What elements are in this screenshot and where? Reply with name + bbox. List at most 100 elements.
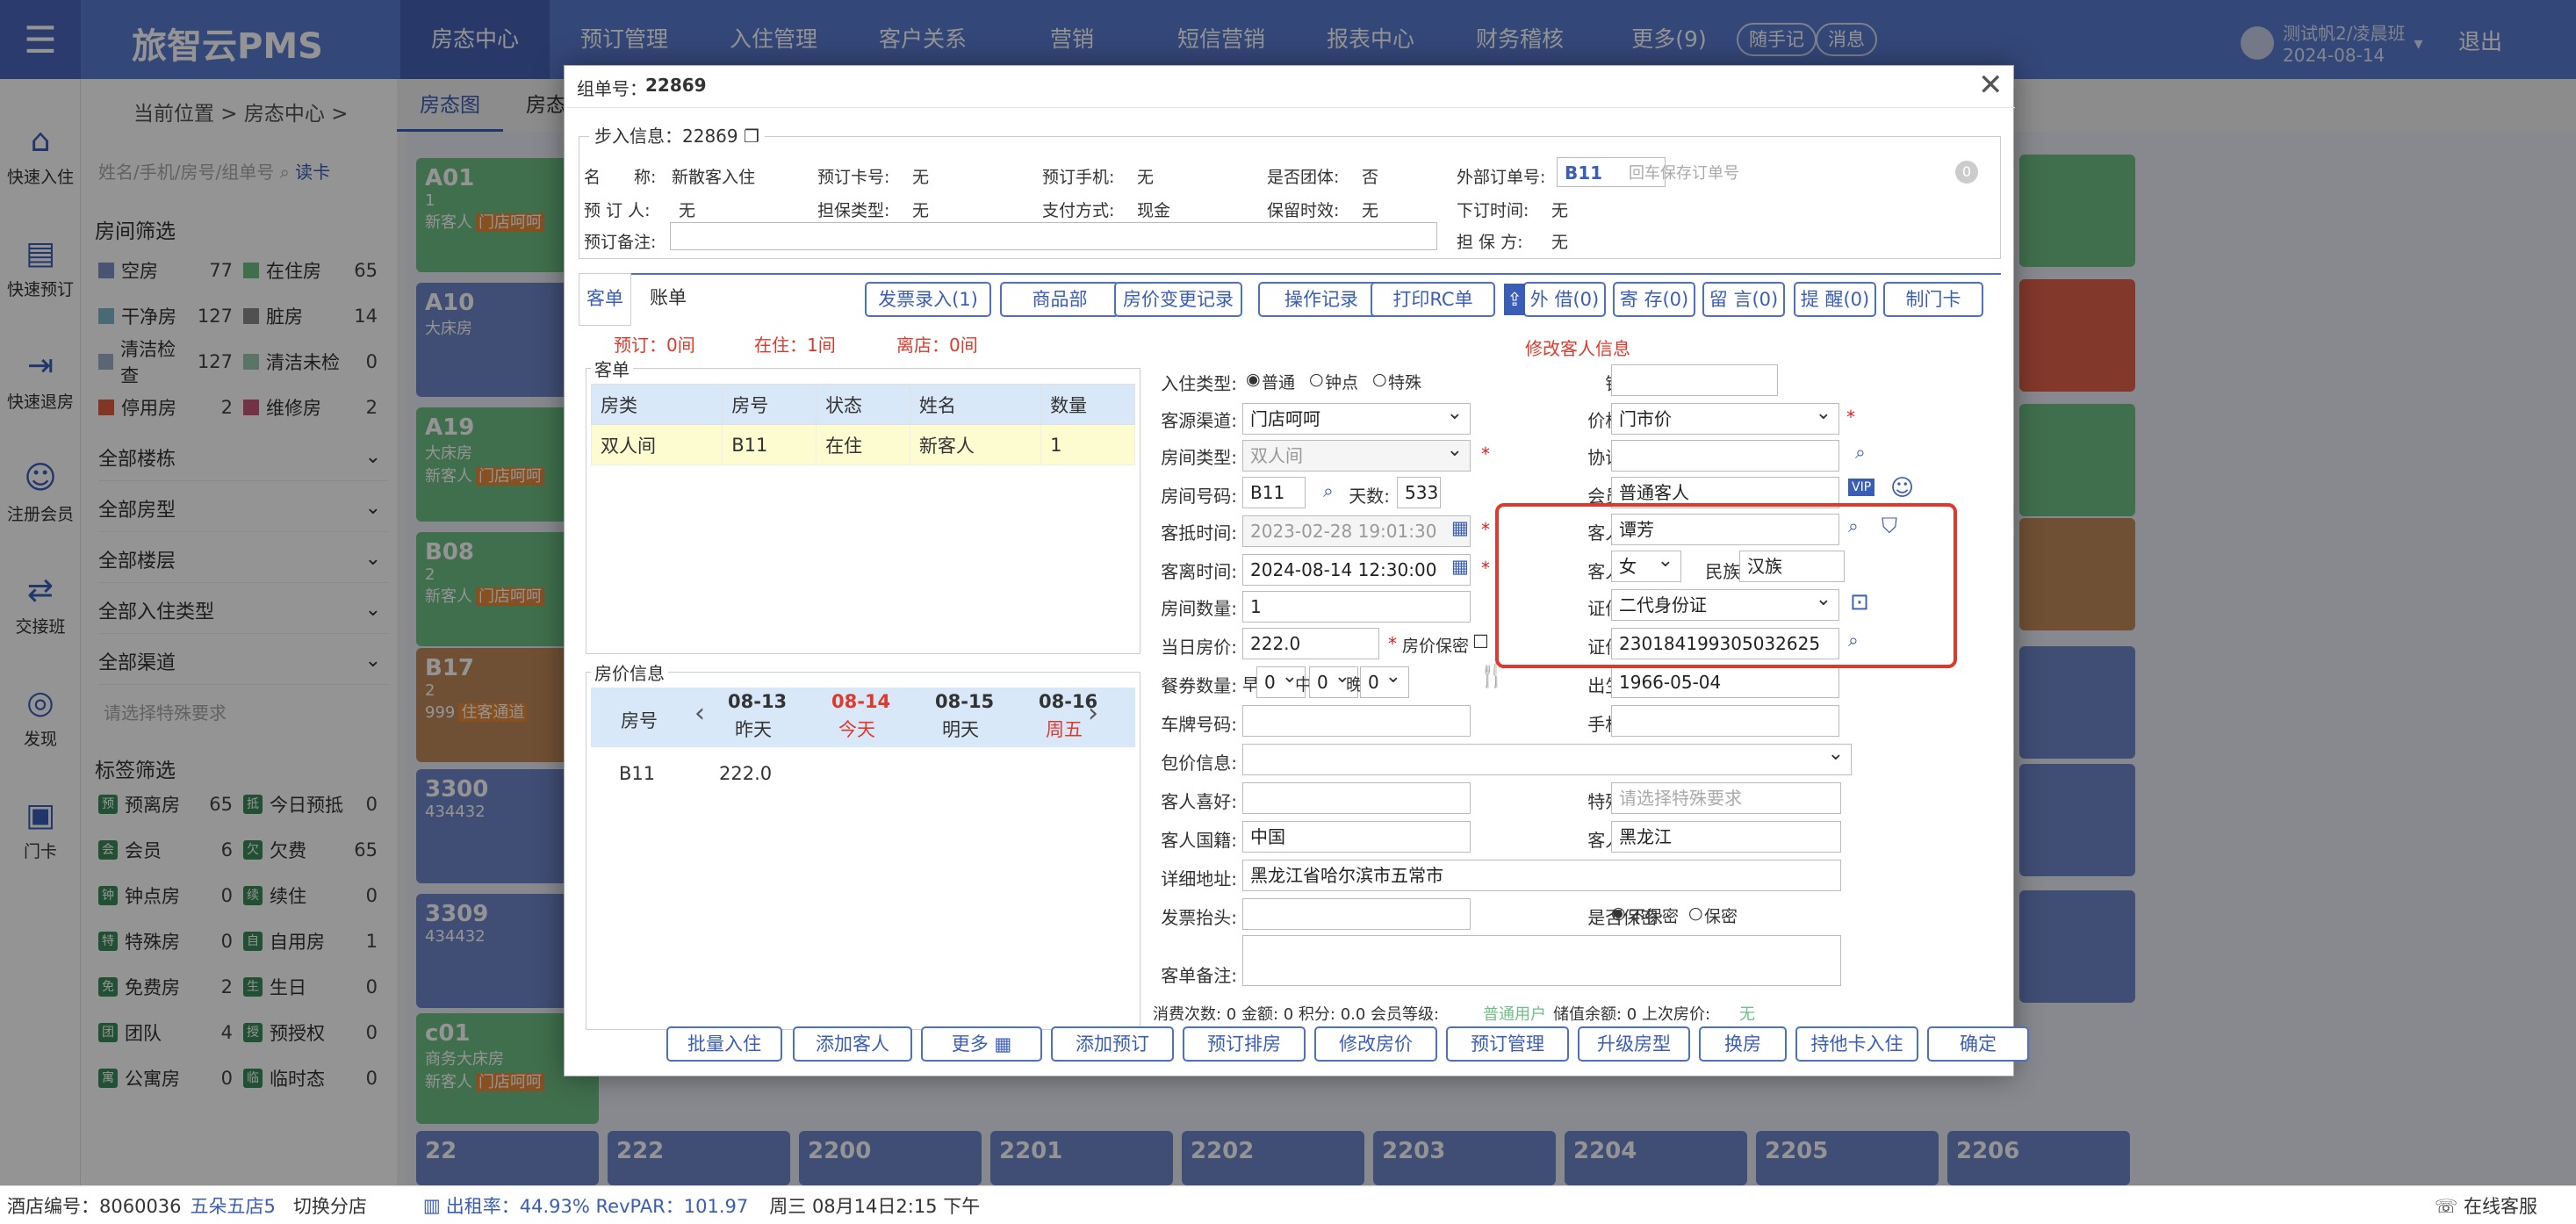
prev-arrow-icon[interactable]: ‹ (694, 698, 705, 729)
field-label: 房间数量: (1161, 598, 1237, 619)
action-button[interactable]: 寄 存(0) (1613, 282, 1695, 317)
price-room-header: 房号 (621, 710, 658, 731)
package-select[interactable] (1242, 739, 1852, 775)
footer-button[interactable]: 更多 ▦ (921, 1026, 1042, 1062)
footer-button[interactable]: 添加客人 (793, 1026, 912, 1062)
switch-branch-button[interactable]: 切换分店 (293, 1192, 367, 1219)
action-button[interactable]: 商品部 (1000, 282, 1119, 317)
required-mark: * (1388, 633, 1397, 654)
days-input[interactable]: 533 (1397, 477, 1441, 508)
footer-button[interactable]: 预订管理 (1446, 1026, 1569, 1062)
action-button[interactable]: 外 借(0) (1523, 282, 1606, 317)
room-count-input[interactable]: 1 (1242, 591, 1471, 623)
price-plan-select[interactable]: 门市价 (1611, 399, 1839, 435)
phone-input[interactable] (1611, 705, 1839, 737)
field-label: 客源渠道: (1161, 410, 1237, 431)
order-table: 房类 房号 状态 姓名 数量 双人间 B11 在住 新客人 1 (590, 384, 1135, 465)
upload-icon[interactable]: ⇪ (1504, 284, 1525, 315)
footer-button[interactable]: 添加预订 (1051, 1026, 1174, 1062)
footer-button[interactable]: 持他卡入住 (1795, 1026, 1918, 1062)
secret-radio-no[interactable]: ◉ (1611, 904, 1626, 923)
action-button[interactable]: 房价变更记录 (1114, 282, 1242, 317)
price-room: B11 (619, 763, 656, 784)
invoice-input[interactable] (1242, 898, 1471, 930)
meal-select[interactable]: 0 (1360, 662, 1409, 698)
action-button[interactable]: 制门卡 (1883, 282, 1983, 317)
field-label: 餐券数量: (1161, 675, 1237, 696)
arrive-input[interactable]: 2023-02-28 19:01:30 (1242, 515, 1471, 547)
day-price-input[interactable]: 222.0 (1242, 628, 1379, 659)
close-icon[interactable]: ✕ (1978, 68, 2004, 103)
secret-radio-yes[interactable]: ○ (1688, 904, 1703, 923)
footer-button[interactable]: 修改房价 (1314, 1026, 1437, 1062)
guest-edit-modal: 组单号： 22869 ✕ 步入信息：22869 ❐ 名 称: 新散客入住 预订卡号:… (564, 65, 2029, 1076)
info-label: 下订时间: (1457, 201, 1529, 220)
birth-input[interactable]: 1966-05-04 (1611, 666, 1839, 698)
info-label: 预订卡号: (817, 168, 890, 187)
online-service-button[interactable]: ☏ 在线客服 (2435, 1192, 2537, 1219)
plate-input[interactable] (1242, 705, 1471, 737)
info-label: 是否团体: (1267, 168, 1340, 187)
price-legend: 房价信息 (591, 659, 668, 685)
action-button[interactable]: 操作记录 (1258, 282, 1385, 317)
price-secret-checkbox[interactable]: ☐ (1472, 631, 1489, 652)
calendar-icon[interactable]: ▦ (1451, 556, 1469, 577)
calendar-icon[interactable]: ▦ (1451, 517, 1469, 538)
preference-input[interactable] (1242, 782, 1471, 814)
sales-input[interactable] (1611, 364, 1778, 396)
footer-button[interactable]: 确定 (1927, 1026, 2029, 1062)
special-select[interactable]: 请选择特殊要求 (1611, 782, 1841, 814)
agreement-input[interactable] (1611, 440, 1839, 472)
depart-input[interactable]: 2024-08-14 12:30:00 (1242, 554, 1471, 586)
footer-button[interactable]: 换房 (1699, 1026, 1787, 1062)
footer-button[interactable]: 预订排房 (1183, 1026, 1306, 1062)
tab-order[interactable]: 客单 (579, 273, 631, 326)
hotel-code: 酒店编号：8060036 (7, 1195, 182, 1217)
price-day: 今天 (838, 719, 875, 740)
nation-input[interactable]: 中国 (1242, 821, 1471, 853)
room-type-select[interactable]: 双人间 (1242, 436, 1471, 472)
price-date: 08-14 (831, 691, 891, 712)
field-label: 当日房价: (1161, 637, 1237, 658)
consume-stats: 消费次数: 0 金额: 0 积分: 0.0 会员等级: (1153, 1005, 1440, 1024)
action-button[interactable]: 发票录入(1) (865, 282, 991, 317)
field-label: 天数: (1349, 486, 1390, 507)
checkin-type-radio[interactable]: ○ (1309, 370, 1324, 389)
price-date: 08-15 (935, 691, 995, 712)
search-icon[interactable]: ⌕ (1855, 442, 1866, 464)
info-label: 担保类型: (817, 201, 890, 220)
booking-remark-input[interactable] (670, 222, 1437, 250)
remark-textarea[interactable] (1242, 935, 1841, 986)
info-value: 否 (1362, 168, 1379, 187)
field-label: 客人国籍: (1161, 830, 1237, 851)
required-mark: * (1481, 558, 1490, 579)
info-label: 预订备注: (584, 233, 657, 252)
user-add-icon[interactable]: ☺ (1890, 475, 1914, 501)
table-row[interactable]: 双人间 B11 在住 新客人 1 (590, 424, 1135, 465)
info-label: 预 订 人: (584, 201, 651, 220)
address-input[interactable]: 黑龙江省哈尔滨市五常市 (1242, 860, 1841, 891)
field-label: 包价信息: (1161, 752, 1237, 774)
group-no-label: 组单号： (577, 78, 647, 99)
footer-button[interactable]: 升级房型 (1578, 1026, 1690, 1062)
checkin-type-radio[interactable]: ○ (1372, 370, 1387, 389)
source-select[interactable]: 门店呵呵 (1242, 399, 1471, 435)
room-no-input[interactable]: B11 (1242, 477, 1306, 508)
tab-bill[interactable]: 账单 (642, 273, 694, 322)
native-input[interactable]: 黑龙江 (1611, 821, 1841, 853)
field-label: 房间类型: (1161, 447, 1237, 468)
action-button[interactable]: 打印RC单 (1371, 282, 1495, 317)
modal-header: 组单号： 22869 ✕ (565, 66, 2015, 108)
info-value: 无 (1551, 201, 1569, 220)
info-value: 无 (912, 168, 930, 187)
field-label: 房间号码: (1161, 486, 1237, 507)
info-label: 担 保 方: (1457, 233, 1523, 252)
price-secret-label: 房价保密 (1402, 637, 1470, 656)
footer-button[interactable]: 批量入住 (666, 1026, 782, 1062)
action-button[interactable]: 留 言(0) (1702, 282, 1785, 317)
price-day: 明天 (942, 719, 979, 740)
action-button[interactable]: 提 醒(0) (1794, 282, 1876, 317)
checkin-type-radio[interactable]: ◉ (1246, 370, 1261, 389)
info-value: 新散客入住 (672, 168, 756, 187)
status-bar: 酒店编号：8060036 五朵五店5 切换分店 ▥ 出租率：44.93% Rev… (0, 1185, 2576, 1224)
